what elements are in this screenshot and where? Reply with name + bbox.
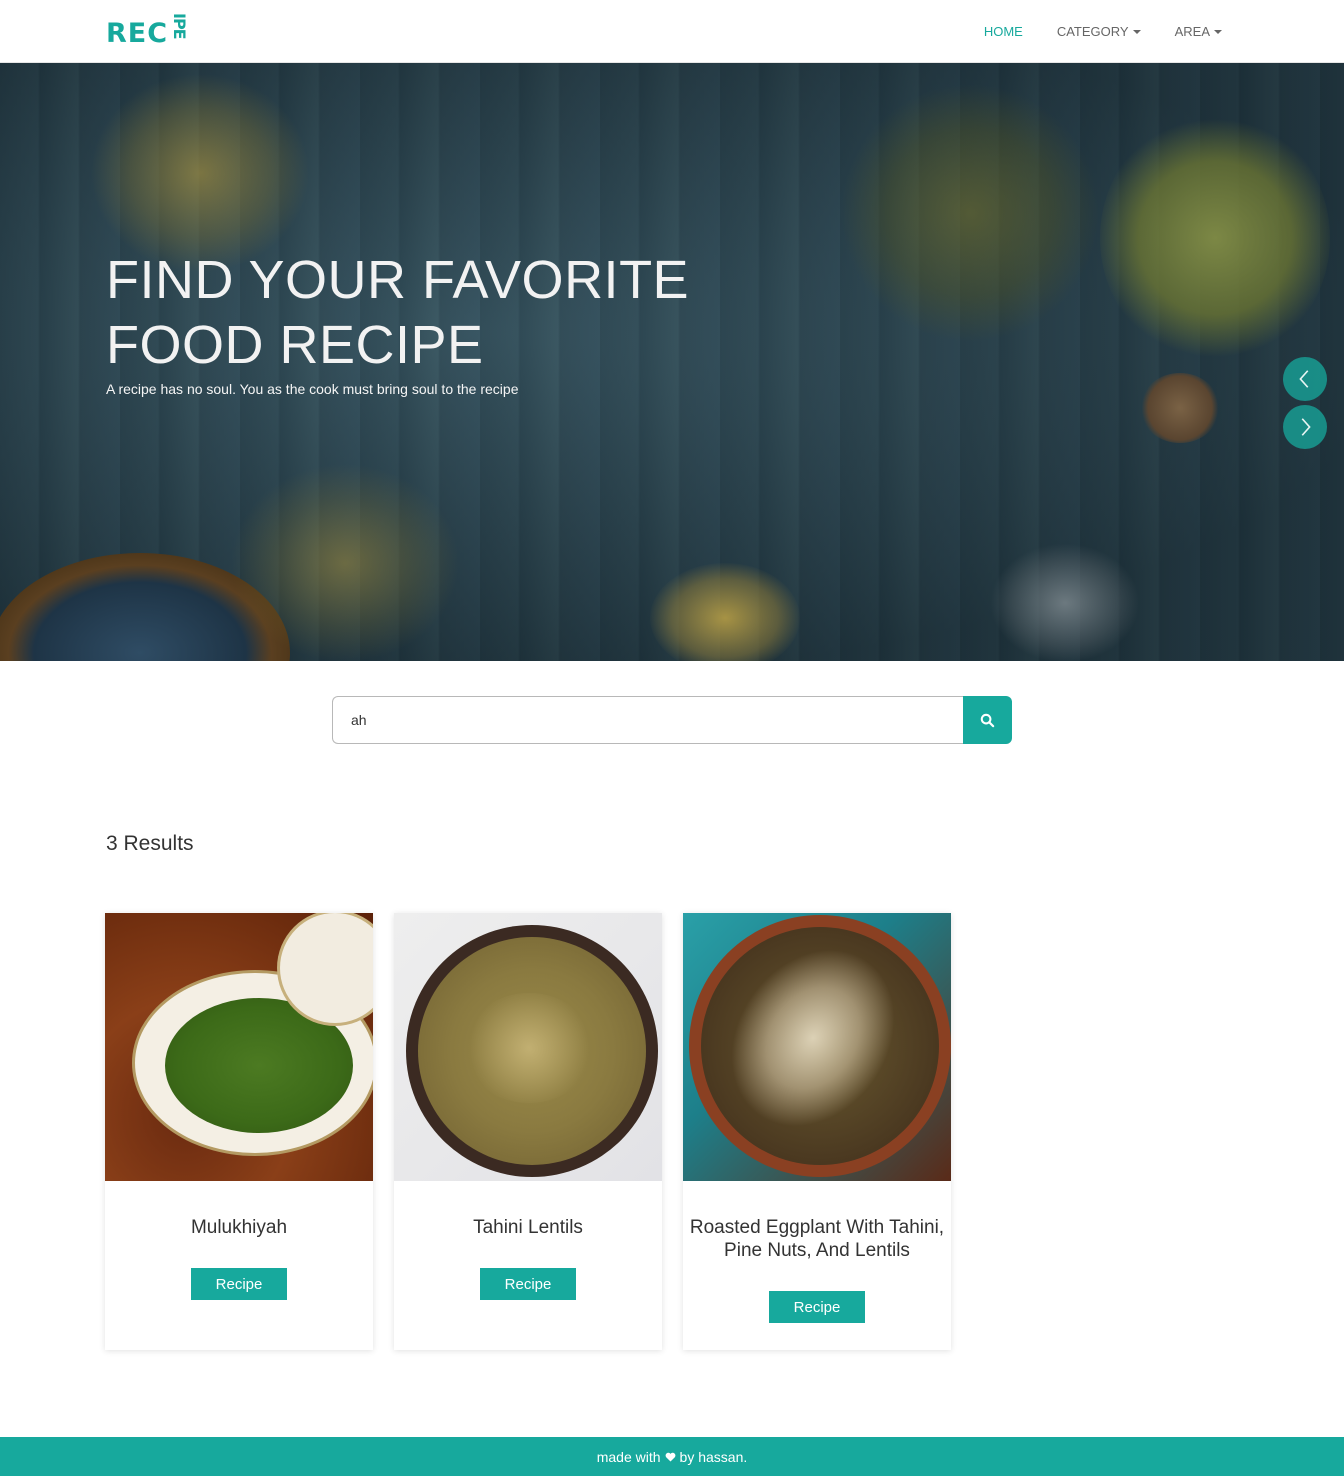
- recipe-button[interactable]: Recipe: [191, 1268, 287, 1300]
- search-bar: [332, 696, 1012, 744]
- caret-down-icon: [1214, 29, 1222, 34]
- nav-area-label: AREA: [1174, 24, 1210, 39]
- recipe-card: Roasted Eggplant With Tahini, Pine Nuts,…: [683, 913, 951, 1350]
- hero-subtitle: A recipe has no soul. You as the cook mu…: [106, 381, 519, 397]
- carousel-next-button[interactable]: [1283, 405, 1327, 449]
- nav-area[interactable]: AREA: [1175, 24, 1222, 39]
- logo-rotated-text: IPE: [170, 13, 190, 39]
- hero-carousel: FIND YOUR FAVORITE FOOD RECIPE A recipe …: [0, 63, 1344, 661]
- hero-title: FIND YOUR FAVORITE FOOD RECIPE: [106, 250, 690, 375]
- logo[interactable]: REC IPE: [106, 12, 190, 52]
- results-count: 3 Results: [106, 832, 194, 855]
- chevron-right-icon: [1301, 418, 1311, 436]
- chevron-left-icon: [1299, 370, 1309, 388]
- grapes-decoration: [1100, 113, 1330, 363]
- recipe-card: Mulukhiyah Recipe: [105, 913, 373, 1350]
- recipe-image[interactable]: [105, 913, 373, 1181]
- footer: made with by hassan.: [0, 1437, 1344, 1476]
- recipe-button[interactable]: Recipe: [480, 1268, 576, 1300]
- main-nav: HOME CATEGORY AREA: [984, 0, 1222, 63]
- nav-home[interactable]: HOME: [984, 24, 1023, 39]
- recipe-button[interactable]: Recipe: [769, 1291, 865, 1323]
- recipe-title: Roasted Eggplant With Tahini, Pine Nuts,…: [689, 1217, 945, 1261]
- recipe-card: Tahini Lentils Recipe: [394, 913, 662, 1350]
- nav-home-label: HOME: [983, 24, 1023, 39]
- recipe-title: Mulukhiyah: [190, 1217, 288, 1238]
- search-icon: [980, 713, 995, 727]
- search-button[interactable]: [963, 696, 1012, 744]
- footer-suffix: by hassan.: [679, 1448, 748, 1465]
- recipe-image[interactable]: [394, 913, 662, 1181]
- recipe-title: Tahini Lentils: [473, 1217, 583, 1238]
- flowers-decoration: [90, 73, 310, 273]
- nav-category[interactable]: CATEGORY: [1057, 24, 1141, 39]
- footer-prefix: made with: [596, 1448, 661, 1465]
- search-input[interactable]: [332, 696, 963, 744]
- logo-text: REC: [106, 18, 169, 49]
- flowers-decoration: [230, 463, 460, 661]
- walnut-decoration: [1140, 373, 1220, 443]
- carousel-prev-button[interactable]: [1283, 357, 1327, 401]
- recipe-image[interactable]: [683, 913, 951, 1181]
- leaves-decoration: [840, 83, 1100, 343]
- heart-icon: [665, 1452, 675, 1462]
- nav-category-label: CATEGORY: [1056, 24, 1129, 39]
- fork-decoration: [990, 543, 1140, 661]
- caret-down-icon: [1132, 29, 1141, 34]
- navbar: REC IPE HOME CATEGORY AREA: [0, 0, 1344, 63]
